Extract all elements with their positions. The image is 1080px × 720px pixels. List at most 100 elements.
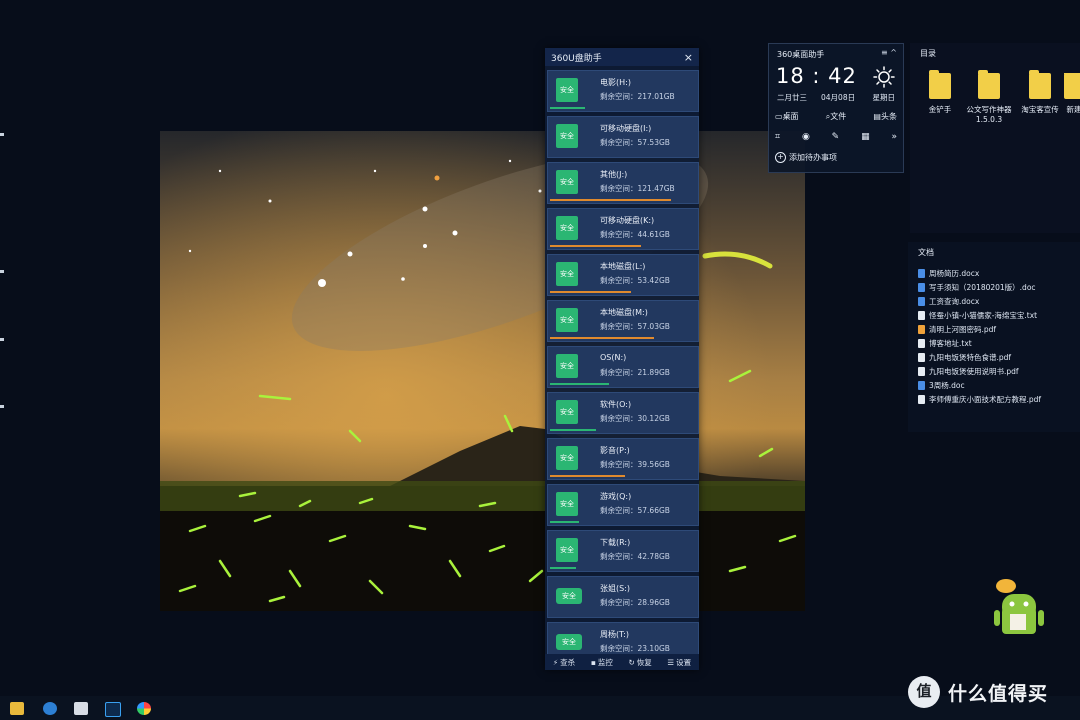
drive-free-space: 剩余空间：30.12GB <box>600 414 670 423</box>
drive-name: 本地磁盘(M:) <box>600 308 648 317</box>
file-search-shortcut[interactable]: ⌕文件 <box>826 111 846 122</box>
desktop-edge-mark <box>0 270 4 273</box>
drive-free-space: 剩余空间：121.47GB <box>600 184 675 193</box>
drive-name: 其他(J:) <box>600 170 628 179</box>
folder-item[interactable]: 淘宝客宣传 <box>1018 70 1062 115</box>
starry-sky-fireflies-image <box>160 131 805 611</box>
photoshop-icon[interactable] <box>105 702 121 717</box>
disk-drive-icon: 安全 <box>556 354 578 378</box>
folder-item[interactable]: 公文写作神器 1.5.0.3 <box>964 70 1014 125</box>
disk-drive-icon: 安全 <box>556 538 578 562</box>
widget-title: 360桌面助手 <box>777 50 825 59</box>
edit-icon[interactable]: ✎ <box>832 132 840 142</box>
drive-item[interactable]: 安全 OS(N:) 剩余空间：21.89GB <box>547 346 699 388</box>
widget-shortcuts: ▭桌面 ⌕文件 ▤头条 <box>775 111 897 122</box>
folder-icon[interactable] <box>10 702 24 715</box>
drive-item[interactable]: 安全 可移动硬盘(K:) 剩余空间：44.61GB <box>547 208 699 250</box>
drive-free-space: 剩余空间：53.42GB <box>600 276 670 285</box>
document-item[interactable]: 九阳电饭煲使用说明书.pdf <box>918 366 1019 377</box>
drive-free-space: 剩余空间：23.10GB <box>600 644 670 653</box>
drive-usage-bar <box>550 613 680 615</box>
add-todo-label: 添加待办事项 <box>789 153 837 162</box>
edge-icon[interactable] <box>43 702 57 715</box>
drive-item[interactable]: 安全 本地磁盘(M:) 剩余空间：57.03GB <box>547 300 699 342</box>
collapse-icon[interactable]: ^ <box>890 48 897 57</box>
sunny-weather-icon[interactable] <box>873 66 895 88</box>
drive-usage-bar <box>550 107 680 109</box>
monitor-button[interactable]: ▪ 监控 <box>591 657 613 668</box>
drive-name: 周杨(T:) <box>600 630 629 639</box>
drive-item[interactable]: 安全 软件(O:) 剩余空间：30.12GB <box>547 392 699 434</box>
folder-label: 公文写作神器 1.5.0.3 <box>966 105 1012 124</box>
drive-name: 本地磁盘(L:) <box>600 262 646 271</box>
drive-item[interactable]: 安全 可移动硬盘(I:) 剩余空间：57.53GB <box>547 116 699 158</box>
folder-item[interactable]: 金铲手 <box>922 70 958 115</box>
add-todo-button[interactable]: + 添加待办事项 <box>775 152 837 163</box>
drive-usage-bar <box>550 245 680 247</box>
drive-usage-fill <box>550 567 576 569</box>
document-icon <box>918 381 925 390</box>
widget-menu-controls[interactable]: ≡ ^ <box>881 48 897 57</box>
drive-item[interactable]: 安全 影音(P:) 剩余空间：39.56GB <box>547 438 699 480</box>
usb-drive-icon: 安全 <box>556 588 582 604</box>
document-item[interactable]: 博客地址.txt <box>918 338 972 349</box>
drive-free-space: 剩余空间：57.53GB <box>600 138 670 147</box>
close-icon[interactable]: × <box>684 51 693 64</box>
drive-usage-bar <box>550 429 680 431</box>
disk-drive-icon: 安全 <box>556 308 578 332</box>
drive-item[interactable]: 安全 张姐(S:) 剩余空间：28.96GB <box>547 576 699 618</box>
eye-icon[interactable]: ◉ <box>802 132 810 142</box>
notepad-icon[interactable] <box>74 702 88 715</box>
drive-usage-fill <box>550 429 596 431</box>
document-item[interactable]: 写手须知（20180201版）.doc <box>918 282 1036 293</box>
drive-free-space: 剩余空间：57.66GB <box>600 506 670 515</box>
drive-usage-bar <box>550 521 680 523</box>
document-item[interactable]: 清明上河图密码.pdf <box>918 324 996 335</box>
document-item[interactable]: 怪蚕小镇-小猫儒家-海绵宝宝.txt <box>918 310 1037 321</box>
drive-item[interactable]: 安全 其他(J:) 剩余空间：121.47GB <box>547 162 699 204</box>
restore-button[interactable]: ↻ 恢复 <box>628 657 651 668</box>
desktop-edge-mark <box>0 133 4 136</box>
drive-usage-bar <box>550 153 680 155</box>
drive-usage-fill <box>550 383 609 385</box>
folder-icon <box>1029 70 1051 99</box>
drive-usage-bar <box>550 567 680 569</box>
document-name: 博客地址.txt <box>929 339 972 348</box>
drive-name: 可移动硬盘(K:) <box>600 216 655 225</box>
drive-free-space: 剩余空间：217.01GB <box>600 92 675 101</box>
drive-item[interactable]: 安全 下载(R:) 剩余空间：42.78GB <box>547 530 699 572</box>
drive-item[interactable]: 安全 本地磁盘(L:) 剩余空间：53.42GB <box>547 254 699 296</box>
restore-label: 恢复 <box>636 657 652 667</box>
drive-usage-bar <box>550 337 680 339</box>
drive-item[interactable]: 安全 电影(H:) 剩余空间：217.01GB <box>547 70 699 112</box>
scan-button[interactable]: ⚡ 查杀 <box>553 657 575 668</box>
desktop-edge-mark <box>0 405 4 408</box>
watermark-logo: 值 <box>908 676 940 708</box>
desktop-shortcut[interactable]: ▭桌面 <box>775 111 799 122</box>
weekday: 星期日 <box>872 93 896 102</box>
monitor-label: 监控 <box>597 657 613 667</box>
color-wheel-icon[interactable] <box>137 702 151 715</box>
disk-drive-icon: 安全 <box>556 262 578 286</box>
drive-usage-fill <box>550 475 626 477</box>
document-item[interactable]: 3周杨.doc <box>918 380 965 391</box>
settings-button[interactable]: ☰ 设置 <box>667 657 691 668</box>
document-item[interactable]: 工资查询.docx <box>918 296 979 307</box>
drive-usage-fill <box>550 199 671 201</box>
menu-icon[interactable]: ≡ <box>881 48 888 57</box>
document-item[interactable]: 李师傅重庆小面技术配方教程.pdf <box>918 394 1041 405</box>
document-name: 九阳电饭煲使用说明书.pdf <box>929 367 1019 376</box>
clock-time: 18 : 42 <box>776 64 857 88</box>
more-icon[interactable]: » <box>891 132 897 142</box>
drive-name: 下载(R:) <box>600 538 631 547</box>
document-item[interactable]: 九阳电饭煲特色食谱.pdf <box>918 352 1011 363</box>
crop-icon[interactable]: ⌗ <box>775 132 780 142</box>
drive-free-space: 剩余空间：39.56GB <box>600 460 670 469</box>
android-mascot-icon[interactable] <box>988 576 1048 640</box>
headline-shortcut[interactable]: ▤头条 <box>873 111 897 122</box>
drive-item[interactable]: 安全 游戏(Q:) 剩余空间：57.66GB <box>547 484 699 526</box>
folder-item[interactable]: 新建 <box>1064 73 1080 115</box>
document-item[interactable]: 周杨简历.docx <box>918 268 979 279</box>
lightning-icon: ⚡ <box>552 657 559 667</box>
notes-icon[interactable]: ▦ <box>861 132 870 142</box>
